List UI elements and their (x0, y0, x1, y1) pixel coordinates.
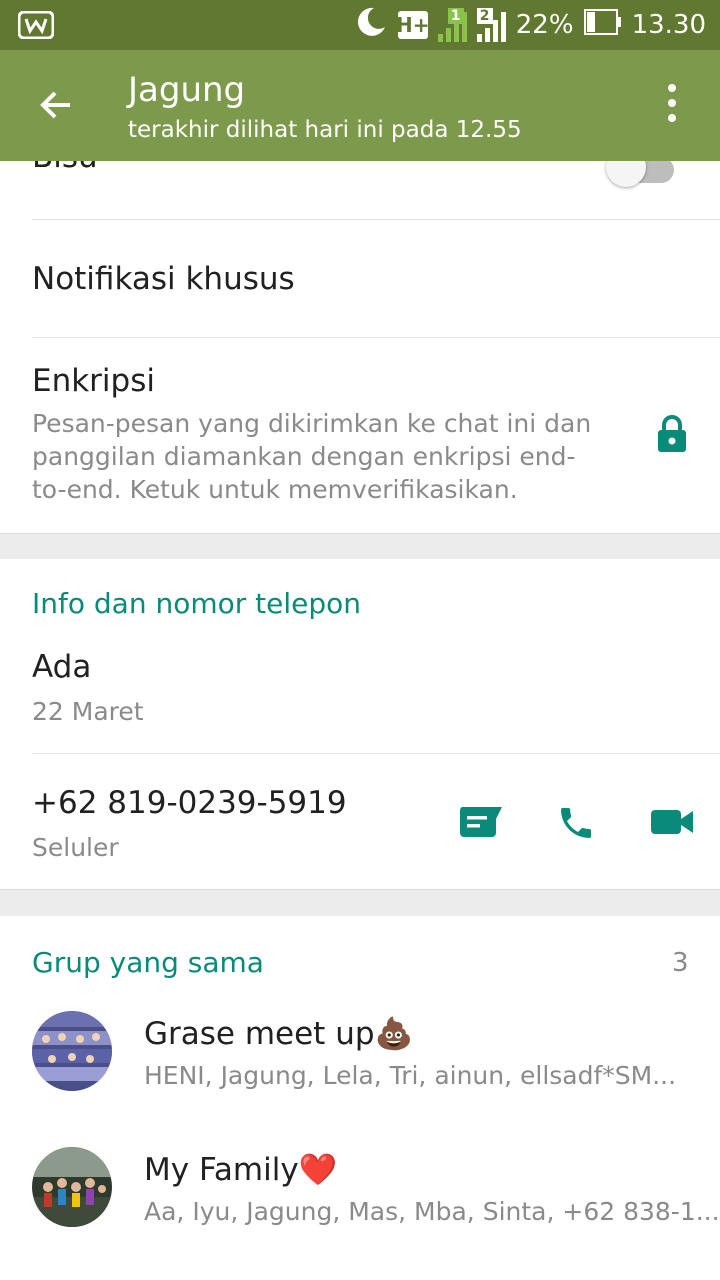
group-avatar (32, 1147, 112, 1227)
phone-number: +62 819-0239-5919 (32, 785, 347, 821)
back-arrow-icon[interactable] (36, 85, 76, 125)
network-type-badge: H+ (396, 11, 430, 39)
clock: 13.30 (631, 10, 706, 40)
divider (32, 219, 720, 220)
mute-toggle-thumb[interactable] (606, 161, 646, 187)
encryption-label: Enkripsi (32, 363, 155, 399)
battery-icon (583, 8, 622, 42)
lock-icon (656, 415, 688, 457)
about-date: 22 Maret (32, 697, 144, 726)
overflow-menu-icon[interactable] (660, 84, 684, 128)
divider (32, 337, 720, 338)
groups-section-title: Grup yang sama (32, 946, 264, 979)
group-name: Grase meet up (144, 1016, 375, 1052)
last-seen-status: terakhir dilihat hari ini pada 12.55 (128, 117, 522, 143)
heart-emoji-icon: ❤️ (298, 1152, 338, 1188)
divider (32, 753, 720, 754)
contact-info-scroll[interactable]: Bisu Notifikasi khusus Enkripsi Pesan-pe… (0, 161, 720, 1280)
groups-count: 3 (672, 948, 689, 978)
group-members: Aa, Iyu, Jagung, Mas, Mba, Sinta, +62 83… (144, 1197, 720, 1226)
sim2-label: 2 (476, 8, 493, 24)
section-separator (0, 889, 720, 916)
w-app-icon (17, 10, 55, 43)
group-members: HENI, Jagung, Lela, Tri, ainun, ellsadf*… (144, 1061, 677, 1090)
sim1-label: 1 (447, 8, 464, 24)
about-text: Ada (32, 649, 92, 685)
battery-percent: 22% (515, 10, 574, 40)
app-bar: Jagung terakhir dilihat hari ini pada 12… (0, 50, 720, 161)
phone-type: Seluler (32, 833, 119, 862)
signal-sim1-icon: 1 (437, 8, 467, 42)
custom-notifications-item[interactable]: Notifikasi khusus (32, 261, 720, 297)
encryption-description: Pesan-pesan yang dikirimkan ke chat ini … (32, 409, 592, 504)
video-call-icon[interactable] (650, 807, 694, 841)
voice-call-icon[interactable] (556, 803, 596, 847)
moon-icon (354, 5, 388, 46)
group-avatar (32, 1011, 112, 1091)
poop-emoji-icon: 💩 (374, 1016, 414, 1052)
message-icon[interactable] (458, 805, 504, 843)
group-name: My Family (144, 1152, 299, 1188)
contact-name[interactable]: Jagung (128, 70, 245, 110)
signal-sim2-icon: 2 (476, 8, 506, 42)
section-separator (0, 533, 720, 559)
status-bar: H+ 1 2 22% 13.30 (0, 0, 720, 50)
info-section-title: Info dan nomor telepon (32, 587, 362, 620)
